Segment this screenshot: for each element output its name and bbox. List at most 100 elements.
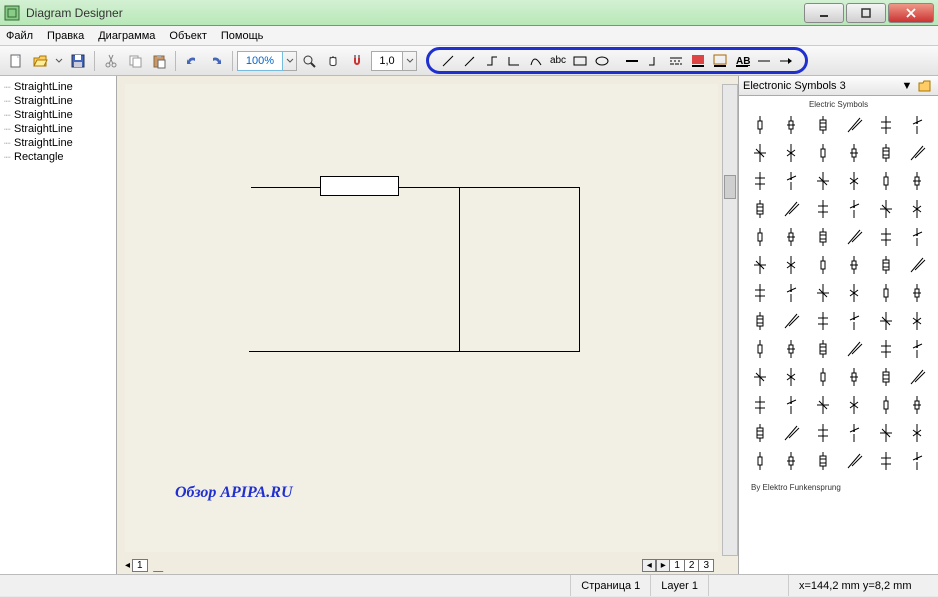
palette-symbol[interactable] [745, 225, 775, 249]
menu-help[interactable]: Помощь [221, 30, 264, 42]
palette-symbol[interactable] [808, 309, 838, 333]
snap-value[interactable]: 1,0 [371, 51, 403, 71]
palette-symbol[interactable] [840, 309, 870, 333]
menu-diagram[interactable]: Диаграмма [98, 30, 155, 42]
layer-next[interactable]: ▸ [656, 559, 670, 572]
palette-symbol[interactable] [745, 253, 775, 277]
open-button[interactable] [29, 50, 51, 72]
palette-symbol[interactable] [903, 169, 933, 193]
palette-symbol[interactable] [871, 365, 901, 389]
arrow-tool[interactable] [460, 50, 480, 72]
vertical-scrollbar[interactable] [722, 84, 738, 556]
palette-symbol[interactable] [871, 281, 901, 305]
palette-symbol[interactable] [745, 393, 775, 417]
palette-symbol[interactable] [808, 421, 838, 445]
palette-symbol[interactable] [777, 449, 807, 473]
palette-symbol[interactable] [871, 169, 901, 193]
save-button[interactable] [67, 50, 89, 72]
palette-symbol[interactable] [840, 169, 870, 193]
rect-tool[interactable] [570, 50, 590, 72]
palette-symbol[interactable] [871, 113, 901, 137]
tree-item[interactable]: StraightLine [4, 108, 112, 122]
palette-body[interactable]: Electric Symbols By Elektro Funkensprung [739, 96, 938, 574]
palette-symbol[interactable] [808, 113, 838, 137]
diagram-line[interactable] [249, 351, 580, 352]
palette-symbol[interactable] [871, 337, 901, 361]
snap-dropdown[interactable] [403, 51, 417, 71]
palette-symbol[interactable] [903, 449, 933, 473]
diagram-line[interactable] [459, 187, 460, 351]
palette-symbol[interactable] [903, 281, 933, 305]
palette-symbol[interactable] [777, 197, 807, 221]
palette-symbol[interactable] [745, 141, 775, 165]
zoom-input[interactable]: 100% [237, 51, 283, 71]
new-button[interactable] [5, 50, 27, 72]
palette-symbol[interactable] [903, 253, 933, 277]
palette-symbol[interactable] [808, 197, 838, 221]
palette-symbol[interactable] [903, 309, 933, 333]
palette-symbol[interactable] [777, 253, 807, 277]
tree-item[interactable]: StraightLine [4, 122, 112, 136]
palette-symbol[interactable] [777, 309, 807, 333]
palette-symbol[interactable] [808, 225, 838, 249]
palette-symbol[interactable] [745, 169, 775, 193]
palette-symbol[interactable] [871, 197, 901, 221]
palette-symbol[interactable] [840, 113, 870, 137]
connector2-tool[interactable] [504, 50, 524, 72]
palette-symbol[interactable] [903, 197, 933, 221]
linecolor-button[interactable] [710, 50, 730, 72]
palette-symbol[interactable] [777, 141, 807, 165]
palette-symbol[interactable] [903, 141, 933, 165]
palette-symbol[interactable] [777, 421, 807, 445]
line-tool[interactable] [438, 50, 458, 72]
diagram-line[interactable] [579, 187, 580, 351]
palette-symbol[interactable] [903, 365, 933, 389]
undo-button[interactable] [181, 50, 203, 72]
palette-symbol[interactable] [745, 197, 775, 221]
palette-symbol[interactable] [808, 141, 838, 165]
dash-button[interactable] [666, 50, 686, 72]
palette-symbol[interactable] [808, 393, 838, 417]
palette-symbol[interactable] [777, 169, 807, 193]
linestyle-button[interactable] [644, 50, 664, 72]
canvas[interactable]: Обзор APIPA.RU [125, 84, 718, 552]
minimize-button[interactable] [804, 3, 844, 23]
diagram-line[interactable] [251, 187, 579, 188]
layer-tab[interactable]: 3 [698, 559, 714, 572]
palette-symbol[interactable] [777, 225, 807, 249]
palette-symbol[interactable] [745, 365, 775, 389]
palette-symbol[interactable] [808, 449, 838, 473]
palette-symbol[interactable] [745, 449, 775, 473]
palette-symbol[interactable] [840, 141, 870, 165]
palette-symbol[interactable] [871, 449, 901, 473]
palette-symbol[interactable] [903, 421, 933, 445]
palette-symbol[interactable] [871, 393, 901, 417]
arrow-end-button[interactable] [776, 50, 796, 72]
palette-symbol[interactable] [808, 253, 838, 277]
palette-symbol[interactable] [903, 113, 933, 137]
diagram-rect[interactable] [320, 176, 399, 196]
palette-symbol[interactable] [777, 281, 807, 305]
close-button[interactable] [888, 3, 934, 23]
text-tool[interactable]: abc [548, 50, 568, 72]
pan-button[interactable] [322, 50, 344, 72]
tree-item[interactable]: StraightLine [4, 80, 112, 94]
palette-symbol[interactable] [808, 169, 838, 193]
snap-button[interactable] [346, 50, 368, 72]
redo-button[interactable] [205, 50, 227, 72]
canvas-area[interactable]: Обзор APIPA.RU ◂ 1 ◂ ▸ 1 2 3 [117, 76, 738, 574]
palette-symbol[interactable] [777, 393, 807, 417]
palette-symbol[interactable] [871, 309, 901, 333]
palette-symbol[interactable] [903, 337, 933, 361]
palette-symbol[interactable] [840, 393, 870, 417]
textcolor-button[interactable]: AB [732, 50, 752, 72]
palette-symbol[interactable] [840, 281, 870, 305]
fillcolor-button[interactable] [688, 50, 708, 72]
menu-edit[interactable]: Правка [47, 30, 84, 42]
palette-symbol[interactable] [777, 337, 807, 361]
palette-symbol[interactable] [903, 393, 933, 417]
ellipse-tool[interactable] [592, 50, 612, 72]
palette-symbol[interactable] [871, 253, 901, 277]
menu-object[interactable]: Объект [169, 30, 206, 42]
palette-dropdown[interactable]: ▼ [900, 80, 914, 92]
